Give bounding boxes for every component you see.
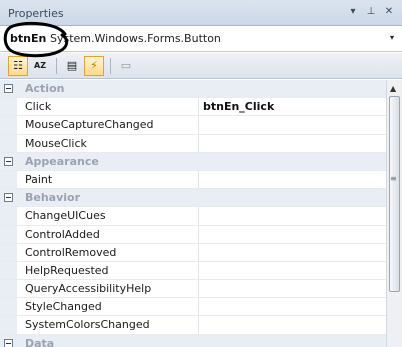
event-row[interactable]: StyleChanged	[0, 298, 386, 317]
event-name: ControlRemoved	[25, 245, 117, 259]
category-row-data[interactable]: Data	[0, 334, 386, 347]
event-row[interactable]: SystemColorsChanged	[0, 316, 386, 335]
event-row[interactable]: ControlAdded	[0, 225, 386, 244]
event-handler-value[interactable]: btnEn_Click	[203, 100, 274, 113]
event-name: QueryAccessibilityHelp	[25, 282, 152, 296]
window-title: Properties	[8, 7, 64, 20]
property-pages-icon: ▭	[120, 59, 132, 72]
category-row-action[interactable]: Action	[0, 80, 386, 99]
event-row[interactable]: QueryAccessibilityHelp	[0, 280, 386, 299]
collapse-icon[interactable]	[4, 84, 13, 93]
event-row[interactable]: HelpRequested	[0, 261, 386, 281]
event-row[interactable]: Click btnEn_Click	[0, 98, 386, 117]
event-row[interactable]: MouseClick	[0, 134, 386, 153]
event-name: SystemColorsChanged	[25, 318, 150, 332]
event-row[interactable]: Paint	[0, 170, 386, 190]
toolbar-separator	[110, 58, 111, 74]
annotation-stroke	[3, 21, 69, 58]
event-name: MouseCaptureChanged	[25, 118, 154, 132]
scroll-up-arrow-icon[interactable]: ▲	[390, 84, 396, 93]
event-row[interactable]: ControlRemoved	[0, 243, 386, 262]
event-name: HelpRequested	[25, 263, 109, 277]
events-button[interactable]: ⚡	[84, 56, 104, 76]
close-icon[interactable]: ✕	[382, 5, 396, 19]
collapse-icon[interactable]	[4, 338, 13, 347]
lightning-icon: ⚡	[90, 59, 98, 72]
auto-hide-pin-icon[interactable]: ⊥	[364, 5, 378, 19]
event-name: Click	[25, 100, 52, 114]
event-name: MouseClick	[25, 136, 87, 150]
object-type: System.Windows.Forms.Button	[50, 32, 221, 45]
chevron-down-icon[interactable]: ▾	[390, 33, 394, 42]
category-label: Data	[25, 336, 55, 347]
window-position-dropdown-icon[interactable]: ▾	[346, 5, 360, 19]
collapse-icon[interactable]	[4, 156, 13, 166]
property-grid: Action Click btnEn_Click MouseCaptureCha…	[0, 80, 386, 347]
event-name: Paint	[25, 172, 53, 186]
vertical-scrollbar[interactable]: ▲ ≡	[386, 80, 402, 347]
category-label: Action	[25, 82, 65, 95]
category-label: Behavior	[25, 191, 81, 205]
event-name: ControlAdded	[25, 227, 100, 241]
event-row[interactable]: MouseCaptureChanged	[0, 116, 386, 135]
event-name: StyleChanged	[25, 300, 102, 314]
category-label: Appearance	[25, 154, 99, 168]
scrollbar-thumb[interactable]	[389, 96, 400, 292]
event-row[interactable]: ChangeUICues	[0, 207, 386, 226]
event-name: ChangeUICues	[25, 209, 106, 223]
scrollbar-grip-icon: ≡	[390, 174, 397, 183]
hand-drawn-circle-annotation	[3, 21, 69, 58]
collapse-icon[interactable]	[4, 193, 13, 203]
category-row-behavior[interactable]: Behavior	[0, 189, 386, 208]
property-pages-button[interactable]: ▭	[116, 56, 136, 76]
category-row-appearance[interactable]: Appearance	[0, 152, 386, 171]
